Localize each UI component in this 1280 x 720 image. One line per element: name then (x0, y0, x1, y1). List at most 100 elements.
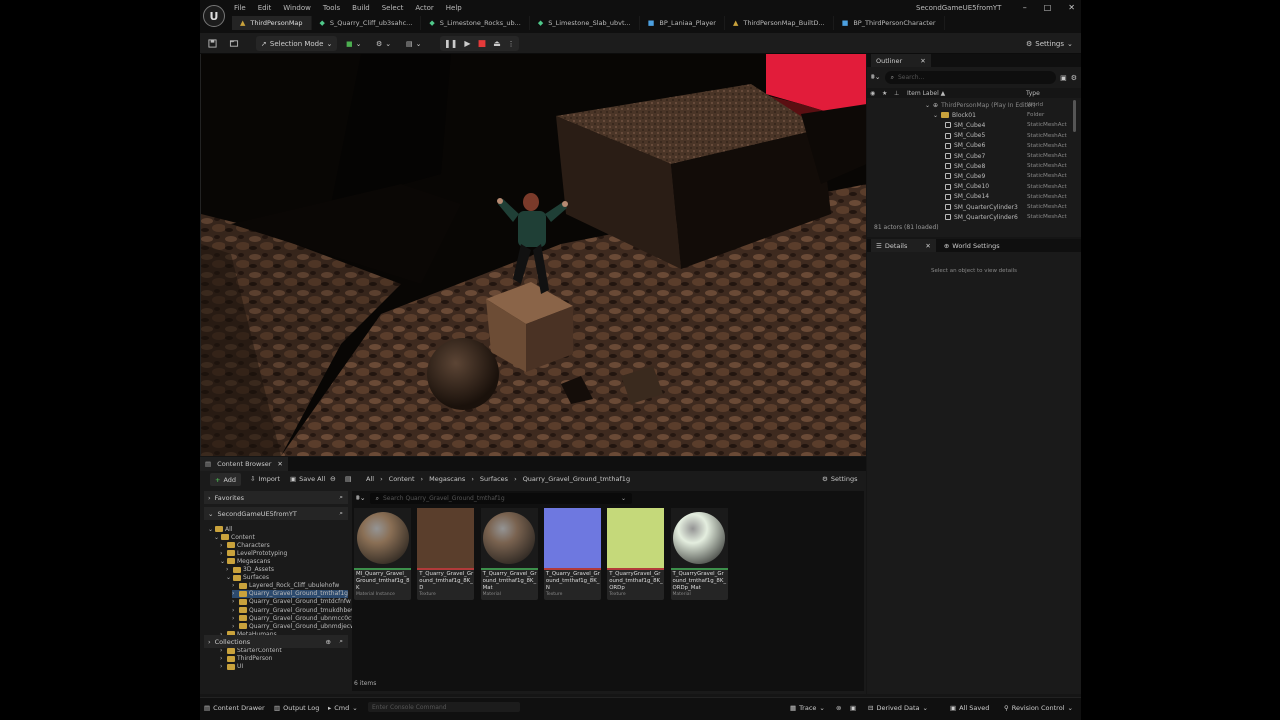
outliner-row[interactable]: SM_Cube8 StaticMeshAct (867, 161, 1074, 171)
gear-icon[interactable]: ⚙ (1071, 74, 1077, 82)
filter-icon[interactable]: ⩩⌄ (871, 73, 881, 82)
asset-tile[interactable]: MI_Quarry_Gravel_Ground_tmthaf1g_8K Mater… (354, 508, 411, 600)
menu-select[interactable]: Select (382, 4, 404, 12)
folder-tree-item[interactable]: › Quarry_Gravel_Ground_ubnmdjecw (232, 622, 355, 630)
column-item-label[interactable]: Item Label ▲ (907, 90, 945, 97)
all-saved-button[interactable]: ▣ All Saved (950, 704, 989, 712)
menu-tools[interactable]: Tools (323, 4, 340, 12)
outliner-row[interactable]: SM_Cube4 StaticMeshAct (867, 120, 1074, 130)
outliner-row[interactable]: ⌄ Block01 Folder (867, 110, 1074, 120)
save-all-button[interactable]: ▣ Save All (290, 475, 325, 483)
chevron-right-icon[interactable]: › (220, 542, 225, 549)
close-icon[interactable]: ✕ (925, 242, 930, 250)
chevron-right-icon[interactable]: › (220, 647, 225, 654)
save-icon[interactable] (208, 36, 217, 51)
project-header[interactable]: ⌄ SecondGameUE5fromYT ⌕ (204, 507, 348, 520)
close-button[interactable]: ✕ (1068, 3, 1075, 12)
tab-thirdpersonmap[interactable]: ▲ ThirdPersonMap (232, 16, 312, 30)
folder-tree-item[interactable]: › Quarry_Gravel_Ground_tmukdhbew (232, 606, 356, 614)
outliner-row[interactable]: SM_Cube6 StaticMeshAct (867, 141, 1074, 151)
add-button[interactable]: + Add (210, 473, 242, 486)
chevron-right-icon[interactable]: › (232, 582, 237, 589)
unreal-logo-icon[interactable]: U (203, 5, 225, 27)
outliner-row[interactable]: ⌄ ⊕ ThirdPersonMap (Play In Editor) World (867, 100, 1074, 110)
add-icon[interactable]: ⊕ (326, 638, 331, 646)
tab-quarry-cliff[interactable]: ◆ S_Quarry_Cliff_ub3sahc... (312, 16, 422, 30)
pin-icon[interactable]: ⊥ (894, 90, 899, 97)
folder-tree-item[interactable]: › 3D_Assets (226, 566, 274, 574)
menu-help[interactable]: Help (446, 4, 462, 12)
selection-mode-dropdown[interactable]: ➚ Selection Mode ⌄ (256, 36, 338, 51)
chevron-right-icon[interactable]: › (232, 607, 237, 614)
tab-limestone-rocks[interactable]: ◆ S_Limestone_Rocks_ub... (421, 16, 530, 30)
add-folder-icon[interactable]: ▣ (1060, 74, 1067, 82)
chevron-down-icon[interactable]: ⌄ (925, 102, 930, 109)
camera-icon[interactable]: ⊚ (836, 704, 841, 712)
chevron-right-icon[interactable]: › (232, 623, 237, 630)
level-viewport[interactable] (200, 54, 866, 456)
chevron-down-icon[interactable]: ⌄ (220, 558, 225, 565)
search-icon[interactable]: ⌕ (339, 637, 343, 646)
folder-tree-item[interactable]: ⌄ Surfaces (226, 574, 269, 582)
breadcrumb-item[interactable]: Quarry_Gravel_Ground_tmthaf1g (523, 475, 630, 483)
eject-icon[interactable]: ⏏ (493, 39, 501, 48)
breadcrumb-item[interactable]: Content (389, 475, 415, 483)
asset-tile[interactable]: T_Quarry_Gravel_Ground_tmthaf1g_8K_D Text… (417, 508, 475, 600)
stop-icon[interactable]: ■ (478, 39, 487, 49)
content-drawer-button[interactable]: ▤ Content Drawer (204, 704, 265, 712)
outliner-row[interactable]: SM_Cube14 StaticMeshAct (867, 192, 1074, 202)
column-type[interactable]: Type (1026, 90, 1040, 97)
more-options-icon[interactable]: ⋮ (508, 40, 515, 48)
asset-tile[interactable]: T_QuarryGravel_Ground_tmthaf1g_8K_ORDp_M… (670, 508, 728, 600)
content-browser-tab[interactable]: ▤ Content Browser ✕ (200, 457, 288, 471)
tab-thirdpersonmap-built[interactable]: ▲ ThirdPersonMap_BuiltD... (725, 16, 834, 30)
chevron-down-icon[interactable]: ⌄ (933, 112, 938, 119)
filter-icon[interactable]: ⩩⌄ (356, 494, 366, 503)
revision-control-button[interactable]: ⚲ Revision Control ⌄ (1004, 704, 1073, 712)
console-input[interactable]: Enter Console Command (368, 702, 520, 712)
outliner-row[interactable]: SM_Cube5 StaticMeshAct (867, 131, 1074, 141)
chevron-down-icon[interactable]: ⌄ (208, 526, 213, 533)
outliner-row[interactable]: SM_Cube9 StaticMeshAct (867, 171, 1074, 181)
folder-icon[interactable]: ▤ (345, 475, 352, 483)
folder-tree-item[interactable]: ⌄ All (208, 525, 232, 533)
folder-tree-item[interactable]: › Quarry_Gravel_Ground_tmthaf1g (232, 589, 348, 598)
breadcrumb-item[interactable]: Megascans (429, 475, 465, 483)
tab-limestone-slab[interactable]: ◆ S_Limestone_Slab_ubvt... (530, 16, 640, 30)
favorites-header[interactable]: › Favorites ⌕ (204, 491, 348, 504)
step-icon[interactable]: ▶ (464, 39, 470, 48)
close-icon[interactable]: ✕ (277, 460, 282, 468)
search-icon[interactable]: ⌕ (339, 493, 343, 502)
chevron-down-icon[interactable]: ⌄ (214, 534, 219, 541)
star-icon[interactable]: ★ (882, 90, 887, 97)
breadcrumb-item[interactable]: All (366, 475, 374, 483)
menu-actor[interactable]: Actor (415, 4, 433, 12)
folder-tree-item[interactable]: › Quarry_Gravel_Ground_ubnmcc0cy (232, 614, 355, 622)
search-icon[interactable]: ⌕ (339, 509, 343, 518)
outliner-scrollbar[interactable] (1073, 100, 1076, 132)
close-icon[interactable]: ✕ (920, 57, 925, 65)
visibility-icon[interactable]: ◉ (870, 90, 875, 97)
add-actor-icon[interactable]: ■ ⌄ (346, 36, 362, 51)
asset-search-input[interactable]: ⌕ Search Quarry_Gravel_Ground_tmthaf1g ⌄ (369, 493, 632, 504)
cmd-dropdown[interactable]: ▸ Cmd ⌄ (328, 704, 358, 712)
menu-window[interactable]: Window (283, 4, 311, 12)
asset-tile[interactable]: T_Quarry_Gravel_Ground_tmthaf1g_8K_Mat Ma… (480, 508, 538, 600)
cinematics-icon[interactable]: ▤ ⌄ (406, 36, 422, 51)
chevron-right-icon[interactable]: › (232, 590, 237, 597)
folder-tree-item[interactable]: ⌄ Megascans (220, 557, 270, 565)
collections-header[interactable]: › Collections ⊕ ⌕ (204, 635, 348, 648)
chevron-right-icon[interactable]: › (232, 598, 237, 605)
chevron-right-icon[interactable]: › (226, 566, 231, 573)
chevron-right-icon[interactable]: › (220, 550, 225, 557)
trace-dropdown[interactable]: ▦ Trace ⌄ (790, 704, 825, 712)
derived-data-button[interactable]: ⊟ Derived Data ⌄ (868, 704, 928, 712)
menu-edit[interactable]: Edit (258, 4, 272, 12)
folder-tree-item[interactable]: › UI (220, 663, 243, 671)
world-settings-tab[interactable]: ⊕ World Settings (936, 242, 1000, 250)
pause-icon[interactable]: ❚❚ (444, 39, 457, 48)
minimize-button[interactable]: – (1023, 3, 1027, 12)
folder-tree-item[interactable]: ⌄ Content (214, 533, 255, 541)
folder-tree-item[interactable]: › Layered_Rock_Cliff_ubulehofw (232, 582, 339, 590)
import-button[interactable]: ⇩ Import (250, 475, 280, 483)
